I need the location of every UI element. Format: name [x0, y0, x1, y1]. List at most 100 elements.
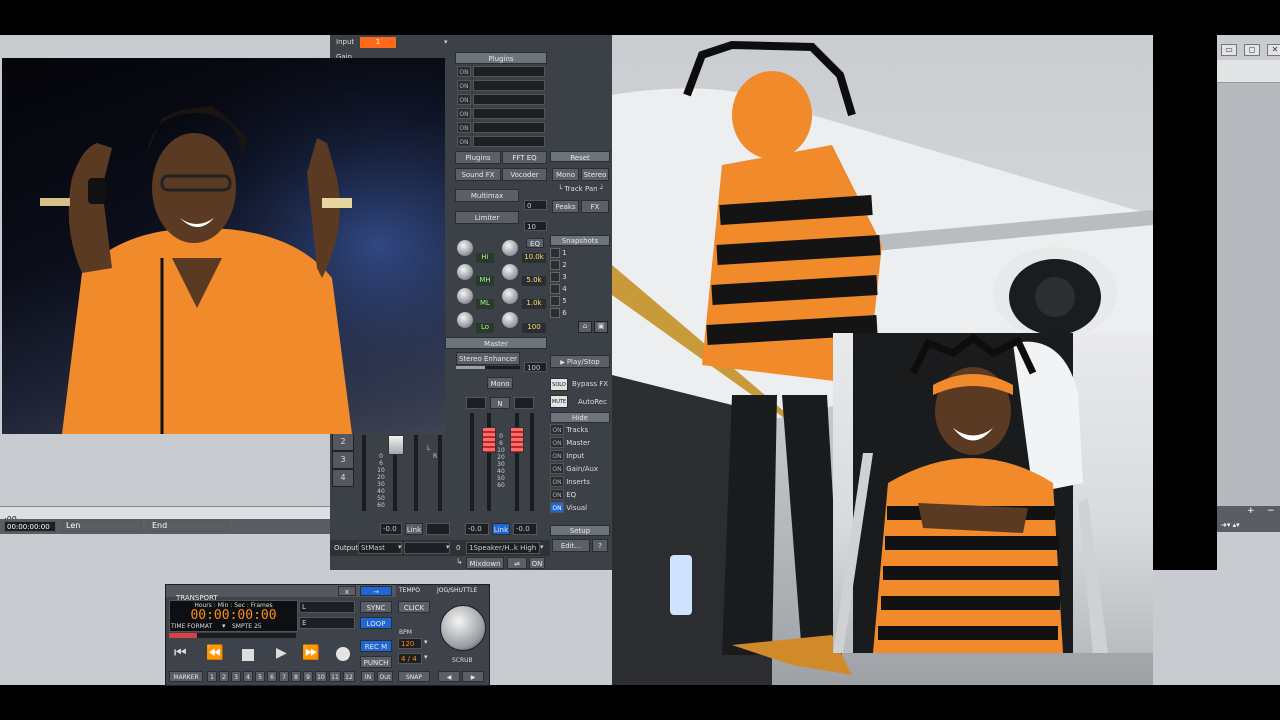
snapshot-item[interactable]: 2	[550, 259, 610, 271]
fx-button[interactable]: FX	[581, 200, 609, 213]
loop-end-field[interactable]: E	[299, 617, 355, 629]
plugin-slot-on[interactable]: ON	[457, 136, 471, 147]
master-volume-left[interactable]: -0.0	[465, 523, 489, 535]
bpm-dropdown-icon[interactable]: ▾	[424, 638, 428, 646]
end-field[interactable]	[148, 521, 228, 532]
output-select[interactable]: StMast	[358, 542, 402, 554]
marker-6[interactable]: 6	[267, 671, 277, 682]
marker-button[interactable]: MARKER	[169, 671, 203, 682]
rec-mode-button[interactable]: REC M	[360, 640, 392, 652]
track-volume-value[interactable]: -0.0	[380, 523, 402, 535]
input-selector[interactable]: 1	[360, 37, 396, 48]
mute-button[interactable]: MUTE	[550, 395, 568, 408]
marker-9[interactable]: 9	[303, 671, 313, 682]
snapshot-item[interactable]: 4	[550, 283, 610, 295]
output-dropdown-icon[interactable]: ▾	[398, 543, 402, 551]
hide-inserts-item[interactable]: ON Inserts	[550, 476, 610, 489]
eq-hi-freq-knob[interactable]	[502, 240, 518, 256]
marker-4[interactable]: 4	[243, 671, 253, 682]
close-window-button[interactable]: ✕	[1267, 44, 1280, 56]
mono-button[interactable]: Mono	[552, 168, 579, 181]
marker-1[interactable]: 1	[207, 671, 217, 682]
mixdown-on-button[interactable]: ON	[529, 557, 545, 569]
punch-button[interactable]: PUNCH	[360, 656, 392, 668]
plugin-slot[interactable]	[473, 136, 545, 147]
plugin-slot-on[interactable]: ON	[457, 94, 471, 105]
play-button[interactable]: ▶	[276, 645, 287, 661]
time-signature-field[interactable]: 4 / 4	[398, 653, 422, 664]
vocoder-tab[interactable]: Vocoder	[502, 168, 547, 181]
plugin-slot[interactable]	[473, 108, 545, 119]
master-n-button[interactable]: N	[490, 397, 510, 409]
eq-toggle-button[interactable]: EQ	[526, 238, 544, 248]
time-sig-dropdown-icon[interactable]: ▾	[424, 653, 428, 661]
marker-2[interactable]: 2	[219, 671, 229, 682]
stereo-enhancer-slider[interactable]	[456, 366, 520, 369]
master-link-button[interactable]: Link	[492, 523, 510, 535]
mixdown-button[interactable]: Mixdown	[466, 557, 504, 569]
marker-8[interactable]: 8	[291, 671, 301, 682]
eq-hi-gain-knob[interactable]	[457, 240, 473, 256]
sync-button[interactable]: SYNC	[360, 601, 392, 613]
jog-wheel[interactable]	[440, 605, 486, 651]
eq-lo-gain-knob[interactable]	[457, 312, 473, 328]
plugins-tab[interactable]: Plugins	[455, 151, 501, 164]
output-aux-field[interactable]	[404, 542, 450, 554]
master-fader-right-knob[interactable]	[510, 427, 524, 453]
play-stop-button[interactable]: ▶ Play/Stop	[550, 355, 610, 368]
eq-band-lo-value[interactable]: 100	[522, 323, 546, 333]
edit-button[interactable]: Edit...	[552, 539, 590, 552]
plugin-slot-on[interactable]: ON	[457, 122, 471, 133]
time-format-value[interactable]: SMPTE 25	[232, 623, 262, 630]
rewind-start-button[interactable]: ⏮	[174, 645, 187, 661]
stereo-enhancer-value[interactable]: 100	[524, 362, 547, 372]
snapshot-item[interactable]: 6	[550, 307, 610, 319]
fft-eq-tab[interactable]: FFT EQ	[502, 151, 547, 164]
hide-visual-item[interactable]: ON Visual	[550, 502, 610, 515]
snapshot-load-icon[interactable]: ⌂	[578, 321, 592, 333]
maximize-button[interactable]: ◻	[1244, 44, 1260, 56]
len-field[interactable]	[62, 521, 142, 532]
eq-ml-gain-knob[interactable]	[457, 288, 473, 304]
eq-mh-freq-knob[interactable]	[502, 264, 518, 280]
snapshot-item[interactable]: 3	[550, 271, 610, 283]
eq-lo-freq-knob[interactable]	[502, 312, 518, 328]
marker-in-button[interactable]: IN	[361, 671, 375, 682]
fast-forward-button[interactable]: ⏩	[302, 645, 319, 661]
plugin-slot[interactable]	[473, 122, 545, 133]
hide-eq-item[interactable]: ON EQ	[550, 489, 610, 502]
limiter-button[interactable]: Limiter	[455, 211, 519, 224]
arrows-icon[interactable]: ➜▾ ▴▾	[1221, 521, 1240, 529]
zoom-in-button[interactable]: +	[1247, 506, 1255, 516]
click-button[interactable]: CLICK	[398, 601, 430, 613]
stereo-enhancer-button[interactable]: Stereo Enhancer	[456, 352, 520, 365]
eq-band-hi-value[interactable]: 10.0k	[522, 253, 546, 263]
plugin-slot[interactable]	[473, 66, 545, 77]
track-extra-field[interactable]	[426, 523, 450, 535]
track-number-2[interactable]: 2	[332, 433, 354, 451]
output-aux-dropdown-icon[interactable]: ▾	[446, 543, 450, 551]
mixdown-route-icon[interactable]: ⇌	[507, 557, 527, 569]
solo-button[interactable]: SOLO	[550, 378, 568, 391]
plugin-slot-on[interactable]: ON	[457, 80, 471, 91]
loop-left-field[interactable]: L	[299, 601, 355, 613]
hide-tracks-item[interactable]: ON Tracks	[550, 424, 610, 437]
marker-10[interactable]: 10	[315, 671, 327, 682]
marker-12[interactable]: 12	[343, 671, 355, 682]
zoom-out-button[interactable]: −	[1267, 506, 1275, 516]
hide-master-item[interactable]: ON Master	[550, 437, 610, 450]
eq-ml-freq-knob[interactable]	[502, 288, 518, 304]
track-number-3[interactable]: 3	[332, 451, 354, 469]
master-volume-right[interactable]: -0.0	[513, 523, 537, 535]
peaks-button[interactable]: Peaks	[552, 200, 579, 213]
snapshot-item[interactable]: 1	[550, 247, 610, 259]
sound-fx-tab[interactable]: Sound FX	[455, 168, 501, 181]
output-device-dropdown-icon[interactable]: ▾	[540, 543, 544, 551]
track-number-4[interactable]: 4	[332, 469, 354, 487]
minimize-button[interactable]: ▭	[1221, 44, 1237, 56]
marker-5[interactable]: 5	[255, 671, 265, 682]
marker-7[interactable]: 7	[279, 671, 289, 682]
multimax-value[interactable]: 0	[524, 200, 547, 210]
snap-button[interactable]: SNAP	[398, 671, 430, 682]
eq-band-mh-value[interactable]: 5.0k	[522, 276, 546, 286]
